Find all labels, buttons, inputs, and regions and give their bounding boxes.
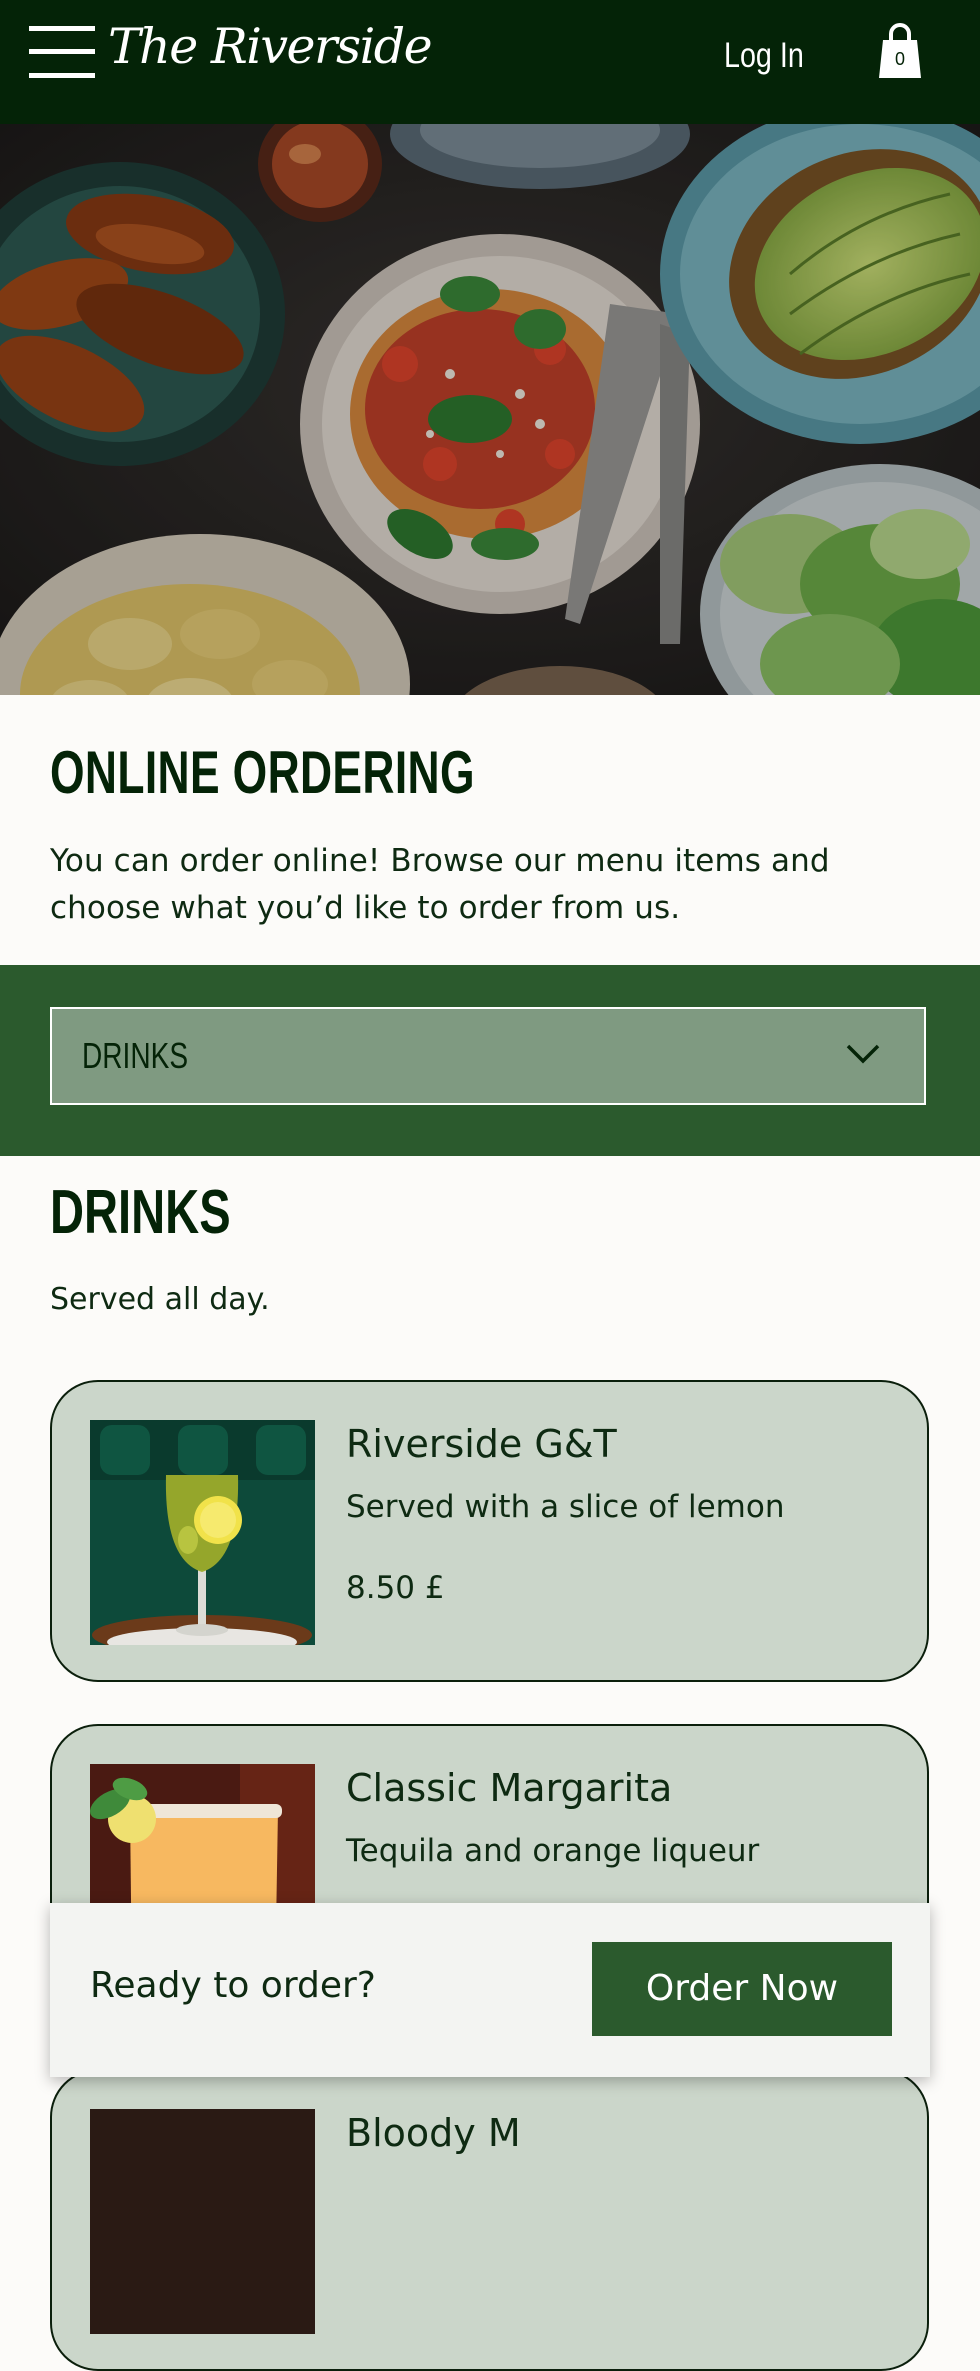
chevron-down-icon bbox=[846, 1044, 880, 1064]
menu-item-description: Tequila and orange liqueur bbox=[346, 1833, 760, 1869]
menu-item-card[interactable]: Riverside G&T Served with a slice of lem… bbox=[50, 1380, 929, 1682]
food-table-illustration bbox=[0, 124, 980, 695]
hamburger-menu-icon[interactable] bbox=[29, 26, 95, 78]
menu-item-image bbox=[90, 2109, 315, 2334]
site-logo[interactable]: The Riverside bbox=[108, 18, 433, 75]
menu-item-price: 8.50 £ bbox=[346, 1570, 445, 1606]
section-title: DRINKS bbox=[50, 1178, 231, 1247]
cart-button[interactable]: 0 bbox=[876, 22, 924, 82]
menu-item-description: Served with a slice of lemon bbox=[346, 1489, 785, 1525]
section-subtitle: Served all day. bbox=[50, 1282, 270, 1317]
menu-item-card[interactable]: Bloody M bbox=[50, 2069, 929, 2371]
login-link[interactable]: Log In bbox=[724, 36, 804, 76]
menu-item-name: Bloody M bbox=[346, 2111, 521, 2155]
cart-count-badge: 0 bbox=[894, 49, 905, 69]
menu-item-name: Riverside G&T bbox=[346, 1422, 617, 1466]
order-now-button[interactable]: Order Now bbox=[592, 1942, 892, 2036]
intro-description: You can order online! Browse our menu it… bbox=[50, 843, 830, 926]
page-title: ONLINE ORDERING bbox=[50, 739, 475, 806]
order-bar: Ready to order? Order Now bbox=[50, 1903, 930, 2077]
hero-image bbox=[0, 124, 980, 695]
category-dropdown[interactable]: DRINKS bbox=[50, 1007, 926, 1105]
category-dropdown-value: DRINKS bbox=[82, 1035, 189, 1076]
order-prompt: Ready to order? bbox=[90, 1965, 376, 2006]
site-header: The Riverside Log In 0 bbox=[0, 0, 980, 124]
menu-item-name: Classic Margarita bbox=[346, 1766, 673, 1810]
menu-item-image bbox=[90, 1420, 315, 1645]
